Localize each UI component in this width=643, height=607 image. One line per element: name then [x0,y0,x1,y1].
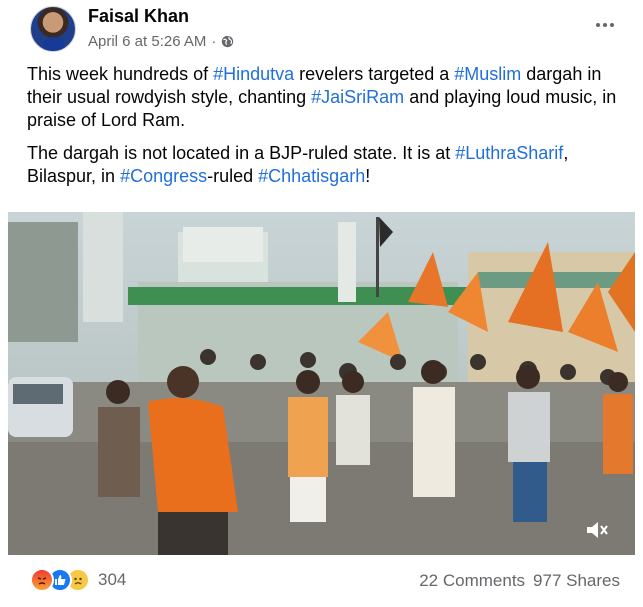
hashtag-link[interactable]: #JaiSriRam [311,87,404,107]
angry-react-icon [30,568,54,592]
reaction-count[interactable]: 304 [98,570,126,590]
post-video[interactable] [8,212,635,555]
shares-count[interactable]: 977 Shares [533,571,620,591]
post-paragraph-2: The dargah is not located in a BJP-ruled… [27,142,627,188]
text-run: -ruled [207,166,259,186]
post-text: This week hundreds of #Hindutva revelers… [27,63,627,198]
hashtag-link[interactable]: #Chhatisgarh [258,166,365,186]
post-timestamp[interactable]: April 6 at 5:26 AM [88,33,206,50]
hashtag-link[interactable]: #Congress [120,166,207,186]
comments-count[interactable]: 22 Comments [419,571,525,591]
text-run: The dargah is not located in a BJP-ruled… [27,143,456,163]
post-paragraph-1: This week hundreds of #Hindutva revelers… [27,63,627,132]
reactions-summary[interactable]: 304 [30,568,126,592]
author-avatar[interactable] [30,6,76,52]
post-footer: 304 22 Comments 977 Shares [12,566,632,596]
hashtag-link[interactable]: #Hindutva [213,64,294,84]
more-options-icon[interactable] [590,14,620,36]
globe-icon [222,35,234,48]
speaker-muted-icon[interactable] [585,519,611,541]
text-run: This week hundreds of [27,64,214,84]
video-frame [8,212,635,555]
text-run: revelers targeted a [294,64,455,84]
text-run: ! [365,166,371,186]
meta-separator: · [211,33,217,50]
engagement-stats: 22 Comments 977 Shares [419,571,620,591]
author-name[interactable]: Faisal Khan [88,6,189,27]
post-header: Faisal Khan April 6 at 5:26 AM · [12,6,632,58]
hashtag-link[interactable]: #LuthraSharif [455,143,563,163]
post-meta: April 6 at 5:26 AM · [88,33,234,50]
hashtag-link[interactable]: #Muslim [454,64,521,84]
